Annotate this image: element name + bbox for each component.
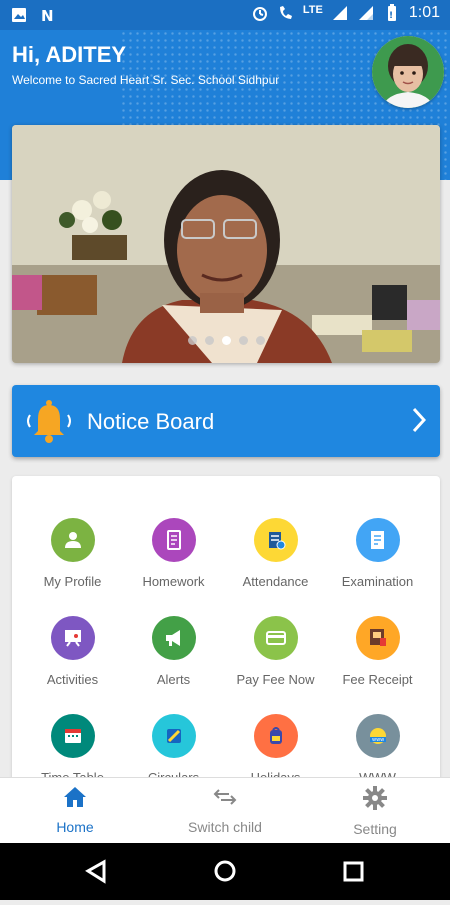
- carousel-indicator: [12, 336, 440, 345]
- bag-icon: [253, 714, 298, 758]
- menu-tile-label: Examination: [341, 574, 414, 589]
- megaphone-icon: [151, 616, 196, 660]
- gear-icon: [363, 786, 387, 810]
- nav-home-label: Home: [56, 819, 94, 835]
- pen-icon: [151, 714, 196, 758]
- menu-tile-label: Pay Fee Now: [236, 672, 315, 687]
- clock: 1:01: [408, 4, 440, 21]
- menu-tile[interactable]: Pay Fee Now: [222, 616, 329, 687]
- alarm-icon: [251, 4, 269, 22]
- bell-icon: [27, 400, 71, 443]
- receipt-icon: [355, 616, 400, 660]
- calendar-icon: [50, 714, 95, 758]
- carousel-photo: [12, 125, 440, 363]
- attendance-icon: [253, 518, 298, 562]
- greeting: Hi, ADITEY: [12, 42, 127, 67]
- svg-text:www: www: [372, 737, 384, 743]
- menu-grid: My Profile Homework Attendance Examination A…: [12, 476, 440, 806]
- welcome-text: Welcome to Sacred Heart Sr. Sec. School …: [12, 73, 280, 87]
- network-type: LTE: [302, 4, 323, 16]
- menu-tile-label: Alerts: [156, 672, 191, 687]
- nav-home[interactable]: Home: [0, 786, 150, 835]
- home-circle-icon[interactable]: [214, 860, 236, 882]
- card-icon: [253, 616, 298, 660]
- nav-setting[interactable]: Setting: [300, 786, 450, 837]
- globe-icon: www: [355, 714, 400, 758]
- menu-tile[interactable]: My Profile: [19, 518, 126, 589]
- notebook-icon: [151, 518, 196, 562]
- menu-tile[interactable]: Fee Receipt: [324, 616, 431, 687]
- menu-tile[interactable]: Time Table: [19, 714, 126, 785]
- nav-switch-child-label: Switch child: [188, 819, 262, 835]
- notice-board-button[interactable]: Notice Board: [12, 385, 440, 457]
- menu-tile[interactable]: Holidays: [222, 714, 329, 785]
- system-navigation-bar: [0, 843, 450, 900]
- swap-icon: [213, 789, 237, 805]
- svg-text:N: N: [41, 7, 54, 23]
- signal-icon: [331, 4, 349, 22]
- back-icon[interactable]: [85, 859, 106, 884]
- activities-icon: [50, 616, 95, 660]
- menu-tile-label: My Profile: [43, 574, 102, 589]
- recents-icon[interactable]: [343, 861, 364, 882]
- photo-carousel[interactable]: [12, 125, 440, 363]
- carousel-dot[interactable]: [255, 336, 265, 345]
- chevron-right-icon: [412, 407, 426, 433]
- menu-tile[interactable]: Alerts: [120, 616, 227, 687]
- status-bar: N LTE ! 1:01: [0, 0, 450, 30]
- bottom-navigation: Home Switch child Setting: [0, 777, 450, 844]
- carousel-dot[interactable]: [238, 336, 248, 345]
- menu-tile[interactable]: Activities: [19, 616, 126, 687]
- person-icon: [50, 518, 95, 562]
- signal-2-icon: [357, 4, 375, 22]
- image-notification-icon: [10, 6, 28, 24]
- menu-tile-label: Fee Receipt: [342, 672, 413, 687]
- menu-tile[interactable]: wwwWWW: [324, 714, 431, 785]
- menu-tile[interactable]: Circulars: [120, 714, 227, 785]
- avatar[interactable]: [372, 36, 444, 108]
- nav-setting-label: Setting: [353, 821, 397, 837]
- menu-tile-label: Activities: [46, 672, 99, 687]
- menu-tile[interactable]: Homework: [120, 518, 227, 589]
- exam-icon: [355, 518, 400, 562]
- notice-board-label: Notice Board: [87, 409, 215, 434]
- wifi-call-icon: [277, 4, 295, 22]
- carousel-dot[interactable]: [221, 336, 231, 345]
- svg-text:!: !: [389, 11, 393, 21]
- nav-switch-child[interactable]: Switch child: [150, 786, 300, 835]
- carousel-dot[interactable]: [187, 336, 197, 345]
- home-icon: [64, 787, 86, 807]
- menu-tile[interactable]: Examination: [324, 518, 431, 589]
- menu-tile-label: Attendance: [242, 574, 309, 589]
- menu-tile[interactable]: Attendance: [222, 518, 329, 589]
- n-notification-icon: N: [38, 6, 56, 24]
- menu-tile-label: Homework: [142, 574, 205, 589]
- battery-icon: !: [383, 4, 401, 22]
- carousel-dot[interactable]: [204, 336, 214, 345]
